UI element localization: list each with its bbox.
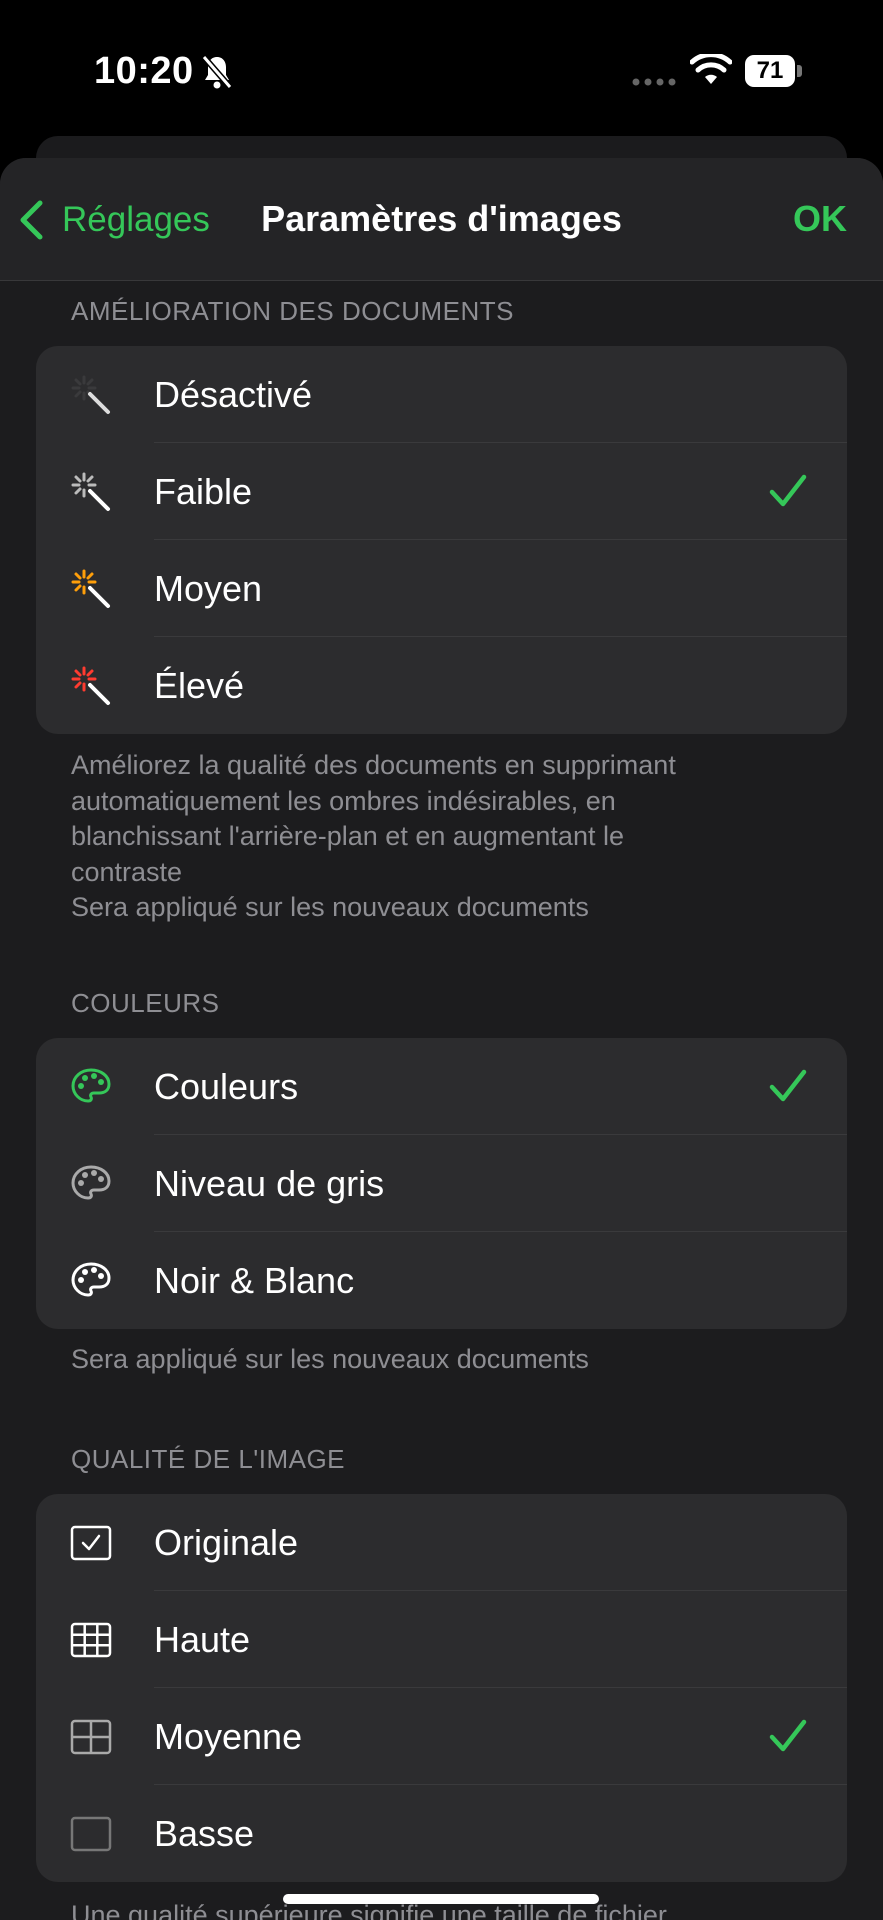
checkbox-square-icon xyxy=(70,1525,112,1561)
section-header-colors: COULEURS xyxy=(71,988,220,1018)
enhancement-footer: Améliorez la qualité des documents en su… xyxy=(71,748,791,926)
palette-gray-icon xyxy=(71,1165,111,1200)
option-color-full[interactable]: Couleurs xyxy=(36,1038,847,1135)
bell-slash-icon xyxy=(201,55,233,89)
option-label: Originale xyxy=(154,1522,299,1563)
option-label: Élevé xyxy=(154,665,245,706)
footer-line: automatiquement les ombres indésirables,… xyxy=(71,785,616,816)
option-quality-original[interactable]: Originale xyxy=(36,1494,847,1591)
option-label: Désactivé xyxy=(154,374,313,415)
colors-group: Couleurs Niveau de gris Noir & Blanc xyxy=(36,1038,847,1329)
section-header-enhancement: AMÉLIORATION DES DOCUMENTS xyxy=(71,296,515,326)
option-enhancement-high[interactable]: Élevé xyxy=(36,637,847,734)
palette-bw-icon xyxy=(71,1262,111,1297)
option-enhancement-off[interactable]: Désactivé xyxy=(36,346,847,443)
option-enhancement-low[interactable]: Faible xyxy=(36,443,847,540)
option-quality-medium[interactable]: Moyenne xyxy=(36,1688,847,1785)
wifi-icon xyxy=(690,54,732,84)
option-label: Basse xyxy=(154,1813,255,1854)
battery-indicator: 71 xyxy=(745,55,803,87)
ok-button[interactable]: OK xyxy=(793,198,847,240)
option-color-bw[interactable]: Noir & Blanc xyxy=(36,1232,847,1329)
option-label: Niveau de gris xyxy=(154,1163,385,1204)
magic-wand-low-icon xyxy=(71,472,110,511)
magic-wand-off-icon xyxy=(71,375,110,414)
footer-line: Améliorez la qualité des documents en su… xyxy=(71,750,676,780)
page-title: Paramètres d'images xyxy=(0,198,883,240)
checkmark-icon xyxy=(769,1719,807,1752)
option-label: Haute xyxy=(154,1619,251,1660)
settings-sheet: Réglages Paramètres d'images OK AMÉLIORA… xyxy=(0,158,883,1920)
checkmark-icon xyxy=(769,474,807,507)
magic-wand-high-icon xyxy=(71,666,110,705)
option-label: Moyen xyxy=(154,568,263,609)
section-header-quality: QUALITÉ DE L'IMAGE xyxy=(71,1444,346,1474)
page-title-text: Paramètres d'images xyxy=(261,198,622,239)
signal-dots-icon xyxy=(632,78,676,86)
quality-group: Originale Haute Moyenne Basse xyxy=(36,1494,847,1882)
option-quality-high[interactable]: Haute xyxy=(36,1591,847,1688)
home-indicator[interactable] xyxy=(283,1894,599,1904)
footer-line: contraste xyxy=(71,856,183,887)
enhancement-group: Désactivé Faible Moyen Élevé xyxy=(36,346,847,734)
magic-wand-medium-icon xyxy=(71,569,110,608)
option-label: Moyenne xyxy=(154,1716,303,1757)
option-label: Noir & Blanc xyxy=(154,1260,355,1301)
grid-medium-icon xyxy=(70,1719,112,1755)
palette-color-icon xyxy=(71,1068,111,1103)
option-quality-low[interactable]: Basse xyxy=(36,1785,847,1882)
empty-square-icon xyxy=(70,1816,112,1852)
checkmark-icon xyxy=(769,1069,807,1102)
grid-fine-icon xyxy=(70,1622,112,1658)
colors-footer: Sera appliqué sur les nouveaux documents xyxy=(71,1344,589,1374)
footer-line: blanchissant l'arrière-plan et en augmen… xyxy=(71,821,624,851)
option-color-gray[interactable]: Niveau de gris xyxy=(36,1135,847,1232)
option-enhancement-medium[interactable]: Moyen xyxy=(36,540,847,637)
navigation-bar: Réglages Paramètres d'images OK xyxy=(0,158,883,281)
footer-line: Sera appliqué sur les nouveaux documents xyxy=(71,892,589,922)
option-label: Couleurs xyxy=(154,1066,299,1107)
option-label: Faible xyxy=(154,471,253,512)
battery-level: 71 xyxy=(745,55,795,87)
status-bar: 10:20 71 xyxy=(0,0,883,140)
status-time: 10:20 xyxy=(94,50,194,92)
